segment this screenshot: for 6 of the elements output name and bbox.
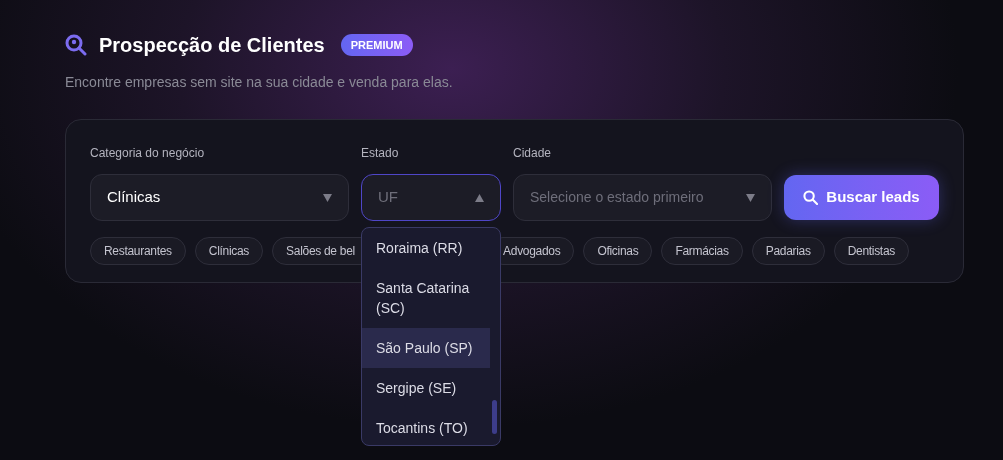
page-title: Prospecção de Clientes	[99, 33, 325, 58]
premium-badge: PREMIUM	[340, 33, 413, 57]
page-subtitle: Encontre empresas sem site na sua cidade e venda para elas.	[65, 73, 454, 92]
field-label: Cidade	[513, 145, 553, 162]
field-label: Categoria do negócio	[90, 145, 206, 162]
field-label: Estado	[361, 145, 400, 162]
